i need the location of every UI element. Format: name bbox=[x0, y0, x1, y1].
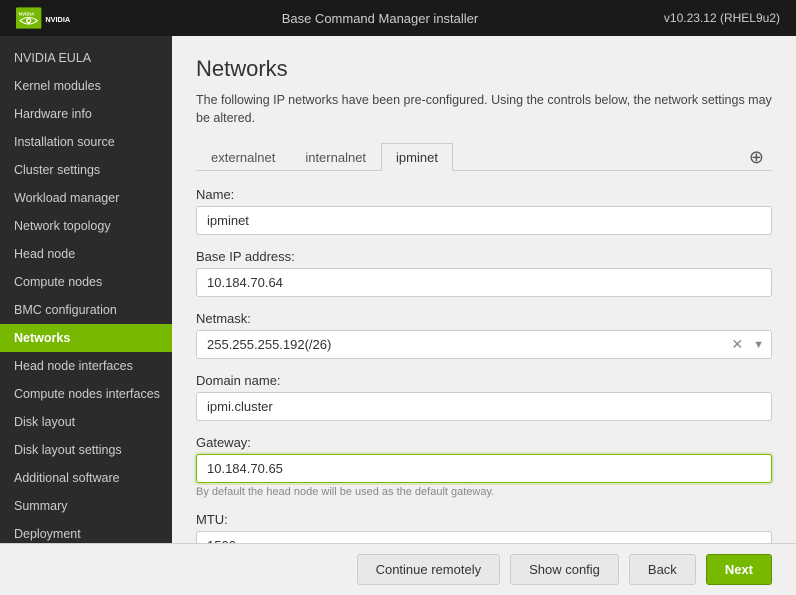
name-field-group: Name: bbox=[196, 187, 772, 235]
sidebar-item-head-node[interactable]: Head node bbox=[0, 240, 172, 268]
name-label: Name: bbox=[196, 187, 772, 202]
netmask-label: Netmask: bbox=[196, 311, 772, 326]
sidebar-item-compute-nodes[interactable]: Compute nodes bbox=[0, 268, 172, 296]
logo-area: NVIDIA NVIDIA bbox=[16, 7, 96, 29]
domain-label: Domain name: bbox=[196, 373, 772, 388]
gateway-field-group: Gateway: By default the head node will b… bbox=[196, 435, 772, 498]
sidebar-item-kernel-modules[interactable]: Kernel modules bbox=[0, 72, 172, 100]
sidebar-item-summary[interactable]: Summary bbox=[0, 492, 172, 520]
base-ip-label: Base IP address: bbox=[196, 249, 772, 264]
nvidia-logo: NVIDIA NVIDIA bbox=[16, 7, 96, 29]
app-version: v10.23.12 (RHEL9u2) bbox=[664, 11, 780, 25]
gateway-hint: By default the head node will be used as… bbox=[196, 486, 772, 498]
page-description: The following IP networks have been pre-… bbox=[196, 92, 772, 127]
netmask-dropdown-button[interactable]: ▼ bbox=[749, 337, 768, 353]
tab-internalnet[interactable]: internalnet bbox=[290, 143, 381, 171]
main-layout: NVIDIA EULA Kernel modules Hardware info… bbox=[0, 36, 796, 543]
sidebar-item-deployment[interactable]: Deployment bbox=[0, 520, 172, 543]
base-ip-input[interactable] bbox=[196, 268, 772, 297]
sidebar-item-head-node-interfaces[interactable]: Head node interfaces bbox=[0, 352, 172, 380]
continue-remotely-button[interactable]: Continue remotely bbox=[357, 554, 501, 585]
sidebar-item-cluster-settings[interactable]: Cluster settings bbox=[0, 156, 172, 184]
domain-input[interactable] bbox=[196, 392, 772, 421]
add-tab-button[interactable]: ⊕ bbox=[741, 148, 772, 166]
back-button[interactable]: Back bbox=[629, 554, 696, 585]
sidebar: NVIDIA EULA Kernel modules Hardware info… bbox=[0, 36, 172, 543]
sidebar-item-network-topology[interactable]: Network topology bbox=[0, 212, 172, 240]
network-tabs: externalnet internalnet ipminet ⊕ bbox=[196, 143, 772, 171]
netmask-field-group: Netmask: ✕ ▼ bbox=[196, 311, 772, 359]
page-title: Networks bbox=[196, 56, 772, 82]
app-title: Base Command Manager installer bbox=[282, 11, 479, 26]
sidebar-item-additional-software[interactable]: Additional software bbox=[0, 464, 172, 492]
content-area: Networks The following IP networks have … bbox=[172, 36, 796, 543]
svg-text:NVIDIA: NVIDIA bbox=[19, 11, 35, 16]
sidebar-item-disk-layout[interactable]: Disk layout bbox=[0, 408, 172, 436]
netmask-controls: ✕ ▼ bbox=[727, 334, 768, 355]
topbar: NVIDIA NVIDIA Base Command Manager insta… bbox=[0, 0, 796, 36]
mtu-field-group: MTU: bbox=[196, 512, 772, 543]
sidebar-item-compute-nodes-interfaces[interactable]: Compute nodes interfaces bbox=[0, 380, 172, 408]
netmask-input[interactable] bbox=[196, 330, 772, 359]
sidebar-item-bmc-configuration[interactable]: BMC configuration bbox=[0, 296, 172, 324]
sidebar-item-disk-layout-settings[interactable]: Disk layout settings bbox=[0, 436, 172, 464]
sidebar-item-installation-source[interactable]: Installation source bbox=[0, 128, 172, 156]
netmask-clear-button[interactable]: ✕ bbox=[727, 334, 747, 355]
mtu-label: MTU: bbox=[196, 512, 772, 527]
sidebar-item-networks[interactable]: Networks bbox=[0, 324, 172, 352]
base-ip-field-group: Base IP address: bbox=[196, 249, 772, 297]
name-input[interactable] bbox=[196, 206, 772, 235]
tab-externalnet[interactable]: externalnet bbox=[196, 143, 290, 171]
tab-ipminet[interactable]: ipminet bbox=[381, 143, 453, 171]
next-button[interactable]: Next bbox=[706, 554, 772, 585]
show-config-button[interactable]: Show config bbox=[510, 554, 619, 585]
mtu-input[interactable] bbox=[196, 531, 772, 543]
netmask-wrapper: ✕ ▼ bbox=[196, 330, 772, 359]
sidebar-item-hardware-info[interactable]: Hardware info bbox=[0, 100, 172, 128]
sidebar-item-nvidia-eula[interactable]: NVIDIA EULA bbox=[0, 44, 172, 72]
gateway-label: Gateway: bbox=[196, 435, 772, 450]
domain-field-group: Domain name: bbox=[196, 373, 772, 421]
sidebar-item-workload-manager[interactable]: Workload manager bbox=[0, 184, 172, 212]
bottom-bar: Continue remotely Show config Back Next bbox=[0, 543, 796, 595]
gateway-input[interactable] bbox=[196, 454, 772, 483]
svg-text:NVIDIA: NVIDIA bbox=[45, 15, 71, 24]
